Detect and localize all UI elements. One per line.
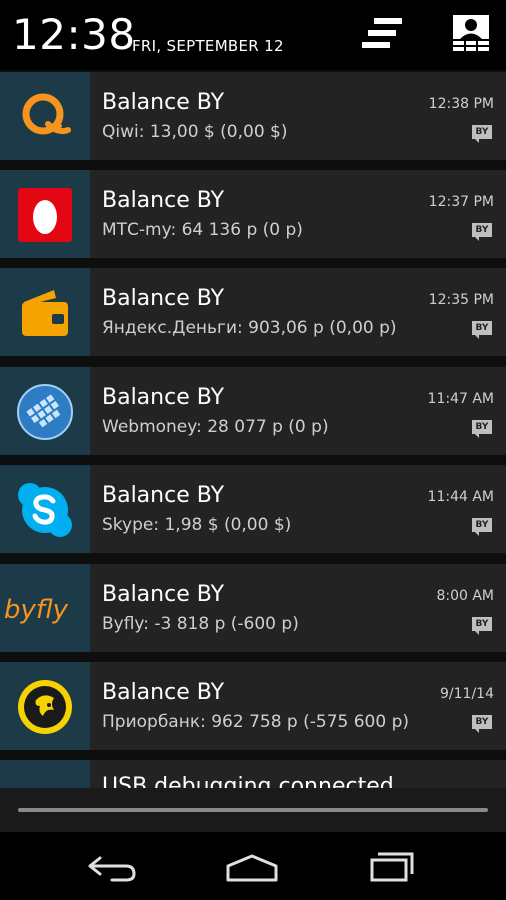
back-icon: [88, 856, 136, 882]
qiwi-icon: [22, 93, 71, 135]
home-button[interactable]: [222, 846, 282, 886]
notification-badge: BY: [472, 617, 492, 635]
drag-handle[interactable]: [18, 808, 488, 812]
notification-badge: BY: [472, 518, 492, 536]
app-icon-container: [0, 170, 90, 258]
navigation-bar: [0, 832, 506, 900]
byfly-icon: byfly: [4, 595, 69, 625]
notification-shade-header: 12:38 FRI, SEPTEMBER 12: [0, 0, 506, 70]
notification-text: МТС-my: 64 136 р (0 р): [102, 220, 303, 240]
notification-title: Balance BY: [102, 582, 225, 607]
app-icon-container: [0, 662, 90, 750]
notification-item[interactable]: Balance BY МТС-my: 64 136 р (0 р) 12:37 …: [0, 170, 506, 258]
notification-text: Qiwi: 13,00 $ (0,00 $): [102, 122, 288, 142]
clock: 12:38: [12, 10, 136, 59]
mts-icon: [18, 188, 72, 242]
notification-title: Balance BY: [102, 385, 225, 410]
notification-text: Skype: 1,98 $ (0,00 $): [102, 515, 292, 535]
notification-text: Яндекс.Деньги: 903,06 р (0,00 р): [102, 318, 397, 338]
clear-all-button[interactable]: [360, 12, 406, 58]
notification-item-usb[interactable]: USB debugging connected: [0, 760, 506, 788]
back-button[interactable]: [82, 846, 142, 886]
yandex-money-icon: [22, 290, 68, 336]
app-icon-container: [0, 268, 90, 356]
notification-title: Balance BY: [102, 680, 225, 705]
notification-badge: BY: [472, 715, 492, 733]
quick-settings-icon: [453, 15, 489, 51]
app-icon-container: [0, 760, 90, 788]
app-icon-container: [0, 465, 90, 553]
home-icon: [226, 854, 278, 882]
notification-title: USB debugging connected: [102, 774, 394, 788]
notification-item[interactable]: byfly Balance BY Byfly: -3 818 р (-600 р…: [0, 564, 506, 652]
byfly-logo-text: byfly: [4, 595, 69, 625]
notification-item[interactable]: Balance BY Приорбанк: 962 758 р (-575 60…: [0, 662, 506, 750]
notification-time: 8:00 AM: [436, 588, 494, 604]
app-icon-container: [0, 367, 90, 455]
notification-title: Balance BY: [102, 90, 225, 115]
recent-apps-icon: [370, 852, 414, 882]
notification-time: 12:38 PM: [428, 96, 494, 112]
notification-title: Balance BY: [102, 286, 225, 311]
notification-item[interactable]: Balance BY Qiwi: 13,00 $ (0,00 $) 12:38 …: [0, 72, 506, 160]
notification-time: 9/11/14: [440, 686, 494, 702]
notification-badge: BY: [472, 420, 492, 438]
notification-title: Balance BY: [102, 483, 225, 508]
notification-text: Webmoney: 28 077 р (0 р): [102, 417, 329, 437]
webmoney-icon: [17, 384, 73, 440]
notification-text: Приорбанк: 962 758 р (-575 600 р): [102, 712, 410, 732]
notification-list: Balance BY Qiwi: 13,00 $ (0,00 $) 12:38 …: [0, 70, 506, 788]
app-icon-container: [0, 72, 90, 160]
notification-item[interactable]: Balance BY Skype: 1,98 $ (0,00 $) 11:44 …: [0, 465, 506, 553]
notification-time: 11:44 AM: [427, 489, 494, 505]
app-icon-container: byfly: [0, 564, 90, 652]
shade-handle-area[interactable]: [0, 788, 506, 832]
notification-time: 12:37 PM: [428, 194, 494, 210]
clear-notifications-icon: [362, 18, 402, 48]
notification-title: Balance BY: [102, 188, 225, 213]
notification-time: 11:47 AM: [427, 391, 494, 407]
notification-badge: BY: [472, 321, 492, 339]
recent-apps-button[interactable]: [362, 846, 422, 886]
quick-settings-button[interactable]: [448, 12, 494, 58]
notification-item[interactable]: Balance BY Яндекс.Деньги: 903,06 р (0,00…: [0, 268, 506, 356]
date-label: FRI, SEPTEMBER 12: [132, 37, 284, 55]
notification-item[interactable]: Balance BY Webmoney: 28 077 р (0 р) 11:4…: [0, 367, 506, 455]
priorbank-icon: [18, 680, 72, 734]
notification-text: Byfly: -3 818 р (-600 р): [102, 614, 299, 634]
notification-badge: BY: [472, 125, 492, 143]
notification-time: 12:35 PM: [428, 292, 494, 308]
notification-badge: BY: [472, 223, 492, 241]
skype-icon: [18, 483, 72, 537]
